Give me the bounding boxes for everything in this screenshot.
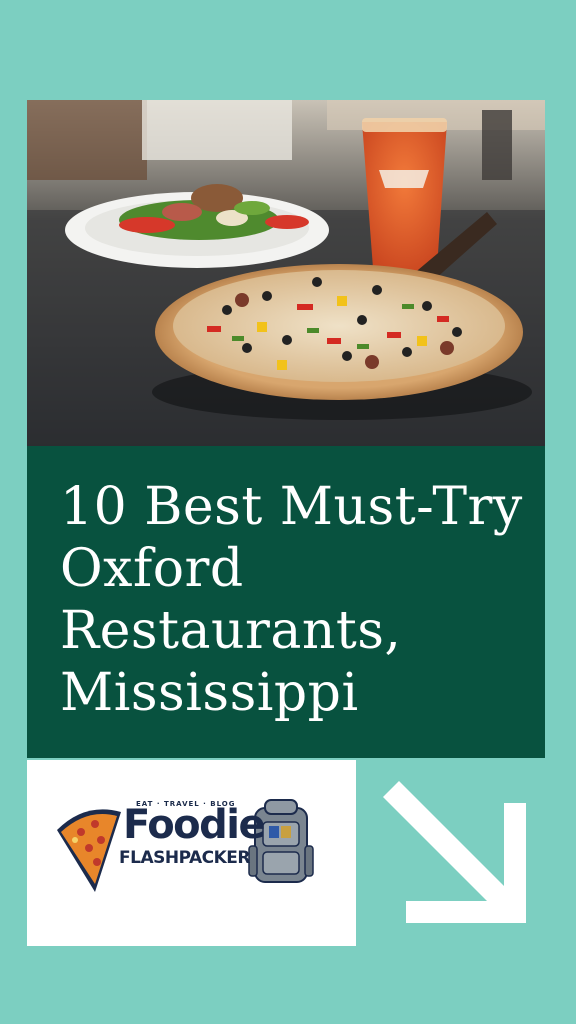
logo-brand-top: Foodie [123, 802, 266, 848]
hero-image [27, 100, 545, 446]
pizza-slice-icon [57, 809, 121, 892]
arrow-link[interactable] [356, 760, 545, 946]
page-title: 10 Best Must-Try Oxford Restaurants, Mis… [60, 477, 523, 723]
title-panel: 10 Best Must-Try Oxford Restaurants, Mis… [27, 446, 545, 758]
brand-logo: EAT · TRAVEL · BLOG Foodie FLASHPACKER [27, 760, 356, 946]
arrow-down-right-icon [383, 781, 526, 923]
logo-brand-bottom: FLASHPACKER [119, 848, 250, 868]
